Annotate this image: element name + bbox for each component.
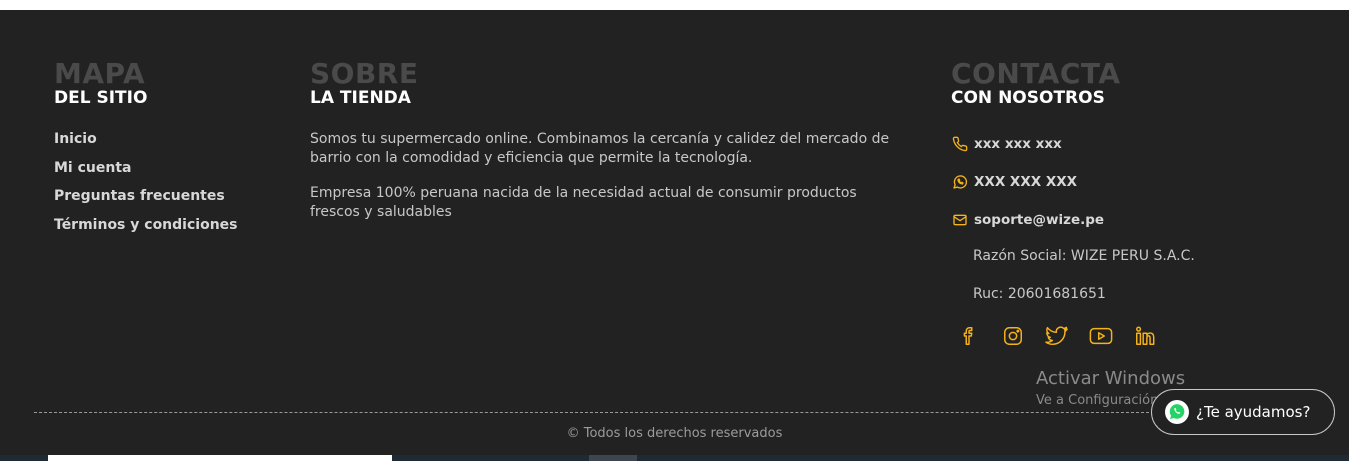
about-paragraph-1: Somos tu supermercado online. Combinamos…: [310, 131, 890, 166]
twitter-icon[interactable]: [1045, 324, 1069, 348]
whatsapp-icon: [1164, 399, 1190, 425]
footer-divider: [34, 412, 1154, 413]
linkedin-icon[interactable]: [1133, 324, 1157, 348]
ruc: Ruc: 20601681651: [973, 286, 1106, 302]
copyright-text: © Todos los derechos reservados: [566, 426, 783, 441]
mail-icon: [951, 211, 969, 229]
sitemap-column: MAPA DEL SITIO Inicio Mi cuenta Pregunta…: [54, 60, 294, 244]
watermark-line-1: Activar Windows: [1036, 368, 1186, 389]
email-address: soporte@wize.pe: [974, 211, 1105, 228]
site-footer: MAPA DEL SITIO Inicio Mi cuenta Pregunta…: [0, 10, 1349, 455]
help-button-label: ¿Te ayudamos?: [1196, 403, 1311, 421]
contact-whatsapp[interactable]: XXX XXX XXX: [951, 172, 1311, 191]
instagram-icon[interactable]: [1001, 324, 1025, 348]
contact-list: xxx xxx xxx XXX XXX XXX soporte@wize.pe …: [951, 134, 1311, 305]
taskbar-segment: [589, 455, 637, 461]
whatsapp-help-button[interactable]: ¿Te ayudamos?: [1151, 389, 1335, 435]
contact-big-title: CONTACTA: [951, 57, 1121, 90]
sitemap-big-title: MAPA: [54, 57, 146, 90]
about-big-title: SOBRE: [310, 57, 419, 90]
whatsapp-number: XXX XXX XXX: [974, 173, 1078, 190]
contact-column: CONTACTA CON NOSOTROS xxx xxx xxx XXX XX…: [951, 60, 1311, 348]
about-sub-title: LA TIENDA: [310, 88, 411, 108]
contact-sub-title: CON NOSOTROS: [951, 88, 1105, 108]
youtube-icon[interactable]: [1089, 324, 1113, 348]
razon-social: Razón Social: WIZE PERU S.A.C.: [973, 248, 1195, 264]
whatsapp-icon: [951, 173, 969, 191]
about-text: Somos tu supermercado online. Combinamos…: [310, 130, 910, 221]
phone-icon: [951, 135, 969, 153]
sitemap-link-terminos[interactable]: Términos y condiciones: [54, 216, 294, 245]
sitemap-link-mi-cuenta[interactable]: Mi cuenta: [54, 159, 294, 188]
phone-number: xxx xxx xxx: [974, 135, 1062, 152]
facebook-icon[interactable]: [957, 324, 981, 348]
about-paragraph-2: Empresa 100% peruana nacida de la necesi…: [310, 185, 857, 220]
sitemap-links: Inicio Mi cuenta Preguntas frecuentes Té…: [54, 130, 294, 244]
contact-email[interactable]: soporte@wize.pe: [951, 210, 1311, 229]
social-links: [957, 324, 1311, 348]
sitemap-sub-title: DEL SITIO: [54, 88, 148, 108]
contact-phone[interactable]: xxx xxx xxx: [951, 134, 1311, 153]
sitemap-link-inicio[interactable]: Inicio: [54, 130, 294, 159]
taskbar-strip: [0, 455, 1349, 461]
sitemap-link-preguntas[interactable]: Preguntas frecuentes: [54, 187, 294, 216]
about-column: SOBRE LA TIENDA Somos tu supermercado on…: [310, 60, 910, 221]
taskbar-segment: [48, 455, 392, 461]
